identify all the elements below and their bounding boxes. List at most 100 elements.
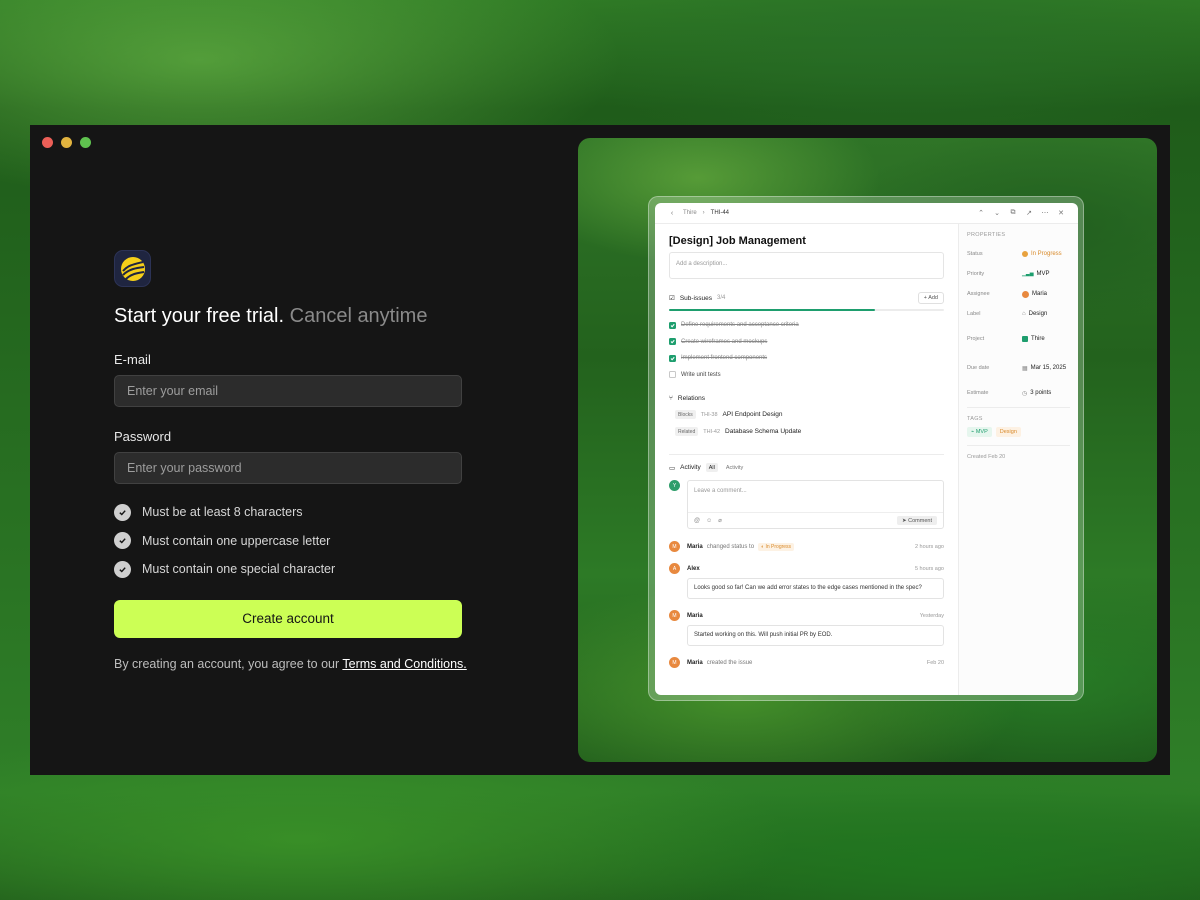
avatar: M	[669, 541, 680, 552]
subissue-text: Create wireframes and mockups	[681, 338, 768, 345]
subissues-progress	[669, 309, 944, 311]
subissues-header: ☑ Sub-issues 3/4 + Add	[669, 292, 944, 304]
subissue-item: Define requirements and acceptance crite…	[669, 317, 944, 334]
rule-item: Must be at least 8 characters	[114, 498, 462, 527]
properties-title: PROPERTIES	[967, 232, 1006, 238]
activity-feed: M Maria changed status to ◐ In Progress …	[669, 541, 944, 668]
rule-text: Must contain one special character	[142, 562, 336, 577]
chat-icon: ▭	[669, 464, 676, 472]
calendar-icon: ▦	[1022, 365, 1028, 372]
property-label: Label ⌂ Design	[967, 311, 1048, 317]
mockup-toolbar: ‹ Thire › THI-44 ⌃ ⌄ ⧉ ↗ ⋯ ✕	[655, 203, 1078, 224]
subissue-list: Define requirements and acceptance crite…	[669, 317, 944, 383]
event-action: created the issue	[706, 659, 753, 666]
property-assignee: Assignee Maria	[967, 290, 1048, 298]
minimize-window-button[interactable]	[61, 137, 72, 148]
window-controls	[42, 137, 91, 148]
relations-label: Relations	[677, 395, 706, 402]
copy-icon: ⧉	[1010, 209, 1016, 216]
activity-tab-activity: Activity	[725, 464, 744, 471]
tag-icon: ⌂	[1022, 311, 1026, 317]
property-due-date: Due date ▦ Mar 15, 2025	[967, 365, 1067, 372]
event-time: Yesterday	[919, 612, 944, 619]
activity-event: M Maria changed status to ◐ In Progress …	[669, 541, 944, 552]
email-label: E-mail	[114, 352, 151, 367]
activity-event: M Maria Yesterday Started working on thi…	[669, 610, 944, 646]
breadcrumb-issue: THI-44	[710, 210, 730, 216]
property-priority: Priority ▁▃▅ MVP	[967, 271, 1050, 277]
property-status: Status In Progress	[967, 251, 1062, 257]
logo-icon	[120, 256, 145, 281]
breadcrumb-workspace: Thire	[683, 210, 697, 216]
event-action: changed status to	[706, 543, 755, 550]
rule-text: Must be at least 8 characters	[142, 505, 303, 520]
chevron-up-icon: ⌃	[978, 210, 984, 217]
issue-main: [Design] Job Management Add a descriptio…	[655, 224, 958, 695]
password-input[interactable]	[114, 452, 462, 484]
comment-toolbar: @ ☺ ⌀ ➤ Comment	[688, 512, 943, 528]
checkbox-checked-icon	[669, 338, 676, 346]
subissues-count: 3/4	[716, 295, 726, 301]
rule-item: Must contain one special character	[114, 555, 462, 584]
more-icon: ⋯	[1041, 210, 1049, 217]
comment-box: Leave a comment... @ ☺ ⌀ ➤ Comment	[687, 480, 944, 529]
subissues-label: Sub-issues	[679, 294, 712, 302]
maximize-window-button[interactable]	[80, 137, 91, 148]
avatar: M	[669, 610, 680, 621]
avatar: A	[669, 563, 680, 574]
avatar: M	[669, 657, 680, 668]
comment-button: ➤ Comment	[897, 516, 937, 525]
relation-title: Database Schema Update	[725, 428, 802, 435]
relation-id: THI-42	[703, 428, 721, 435]
tag-design: Design	[995, 427, 1021, 437]
headline-main: Start your free trial.	[114, 305, 285, 327]
relation-type: Blocks	[675, 410, 696, 419]
close-icon: ✕	[1058, 210, 1064, 217]
checklist-icon: ☑	[669, 295, 675, 302]
activity-tab-all: All	[705, 463, 718, 472]
email-input[interactable]	[114, 375, 462, 407]
terms-notice: By creating an account, you agree to our…	[114, 656, 467, 671]
project-icon	[1022, 336, 1028, 342]
terms-link[interactable]: Terms and Conditions.	[342, 657, 466, 671]
close-window-button[interactable]	[42, 137, 53, 148]
relation-item: Related THI-42 Database Schema Update	[669, 423, 944, 440]
create-account-button[interactable]: Create account	[114, 599, 462, 638]
comment-bubble: Started working on this. Will push initi…	[687, 625, 944, 646]
subissue-text: Implement frontend components	[681, 355, 768, 362]
subissue-item: Write unit tests	[669, 367, 944, 384]
check-circle-icon	[114, 503, 131, 521]
branch-icon: ⑂	[669, 395, 673, 402]
checkbox-checked-icon	[669, 321, 676, 329]
rule-item: Must contain one uppercase letter	[114, 527, 462, 556]
checkbox-checked-icon	[669, 354, 676, 362]
issue-title: [Design] Job Management	[669, 235, 806, 247]
add-subissue-button: + Add	[917, 292, 944, 304]
property-estimate: Estimate ◷ 3 points	[967, 390, 1052, 397]
activity-label: Activity	[680, 464, 701, 471]
property-project: Project Thire	[967, 336, 1045, 342]
subissue-text: Write unit tests	[681, 371, 721, 378]
product-preview: ‹ Thire › THI-44 ⌃ ⌄ ⧉ ↗ ⋯ ✕ [Design] Jo…	[578, 138, 1157, 762]
preview-glass-frame: ‹ Thire › THI-44 ⌃ ⌄ ⧉ ↗ ⋯ ✕ [Design] Jo…	[648, 196, 1084, 701]
signup-form: Start your free trial. Cancel anytime E-…	[114, 250, 467, 671]
activity-event: A Alex 5 hours ago Looks good so far! Ca…	[669, 563, 944, 599]
status-badge: ◐ In Progress	[758, 542, 795, 551]
relation-type: Related	[675, 427, 699, 436]
terms-prefix: By creating an account, you agree to our	[114, 656, 340, 671]
chevron-left-icon: ‹	[670, 209, 674, 217]
activity-event: M Maria created the issue Feb 20	[669, 657, 944, 668]
avatar-icon	[1022, 290, 1029, 298]
page-title: Start your free trial. Cancel anytime	[114, 305, 462, 328]
chevron-right-icon: ›	[702, 210, 705, 216]
subissue-text: Define requirements and acceptance crite…	[681, 322, 799, 329]
checkbox-empty-icon	[669, 371, 676, 379]
activity-header: ▭ Activity All Activity	[669, 454, 944, 472]
password-rules: Must be at least 8 characters Must conta…	[114, 498, 462, 584]
event-user: Maria	[687, 659, 703, 666]
tags-title: TAGS	[967, 416, 983, 422]
properties-panel: PROPERTIES Status In Progress Priority ▁…	[958, 224, 1078, 695]
comment-bubble: Looks good so far! Can we add error stat…	[687, 578, 944, 599]
relation-id: THI-38	[700, 411, 718, 418]
rule-text: Must contain one uppercase letter	[142, 533, 331, 548]
